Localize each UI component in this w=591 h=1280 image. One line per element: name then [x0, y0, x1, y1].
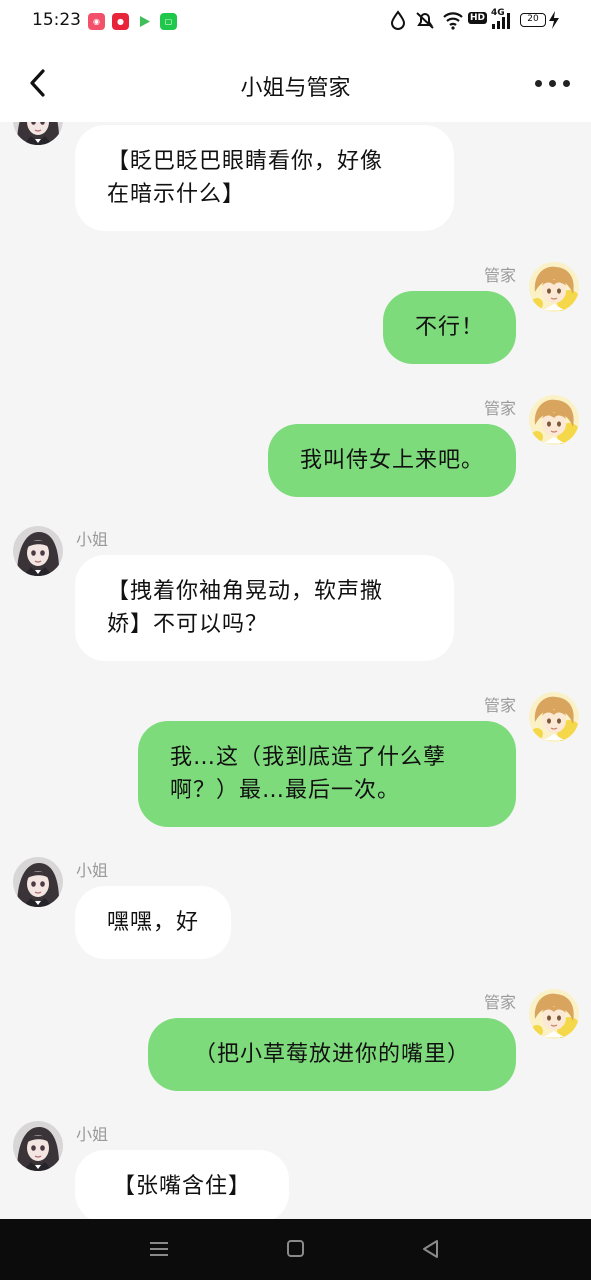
message-text-line: 不行！: [414, 315, 484, 340]
status-icons: HD 4G 20: [390, 8, 561, 32]
home-square-icon: [287, 1240, 304, 1257]
play-app-icon: [136, 13, 153, 30]
butler-avatar[interactable]: [529, 692, 579, 742]
sender-name: 小姐: [76, 861, 109, 880]
message-bubble[interactable]: 不行！: [382, 291, 516, 364]
lady-avatar[interactable]: [13, 122, 63, 145]
mute-bell-icon: [416, 12, 434, 29]
sender-name: 管家: [483, 993, 516, 1012]
message-text-line: （把小草莓放进你的嘴里）: [193, 1042, 470, 1067]
message-text-line: 【拽着你袖角晃动，软声撒: [107, 579, 384, 604]
lady-avatar[interactable]: [13, 526, 63, 576]
data-saver-icon: [390, 10, 406, 30]
sender-name: 管家: [483, 399, 516, 418]
more-dot: [563, 80, 570, 87]
message-bubble[interactable]: 我叫侍女上来吧。: [267, 424, 516, 497]
status-bar: 15:23 ◉ ● ▢ HD 4G 20: [0, 0, 591, 44]
message-bubble[interactable]: 【张嘴含住】: [75, 1150, 290, 1219]
lady-avatar[interactable]: [13, 1121, 63, 1171]
message-bubble[interactable]: 嘿嘿，好: [75, 886, 232, 959]
message-text-line: 啊？）最…最后一次。: [170, 778, 401, 803]
message-text-line: 【张嘴含住】: [113, 1174, 252, 1199]
message-bubble[interactable]: （把小草莓放进你的嘴里）: [147, 1018, 516, 1091]
system-back-button[interactable]: [420, 1238, 442, 1264]
chat-header: 小姐与管家: [0, 44, 591, 122]
message-text-line: 在暗示什么】: [107, 182, 246, 207]
signal-icon: [492, 13, 510, 29]
iqiyi-app-icon: ▢: [160, 13, 177, 30]
app-notification-icon-1: ◉: [88, 13, 105, 30]
hd-badge: HD: [468, 12, 488, 24]
message-list[interactable]: 【眨巴眨巴眼睛看你，好像 在暗示什么】 管家 不行！ 管家 我叫侍女上来吧。 小…: [0, 122, 591, 1219]
battery-indicator: 20: [520, 13, 546, 27]
butler-avatar[interactable]: [529, 395, 579, 445]
butler-avatar[interactable]: [529, 989, 579, 1039]
message-text-line: 【眨巴眨巴眼睛看你，好像: [107, 149, 384, 174]
sender-name: 小姐: [76, 1125, 109, 1144]
recent-apps-button[interactable]: [148, 1238, 170, 1264]
charging-icon: [549, 11, 559, 29]
triangle-back-icon: [423, 1240, 438, 1258]
message-bubble[interactable]: 【拽着你袖角晃动，软声撒 娇】不可以吗？: [75, 555, 454, 661]
message-text-line: 我…这（我到底造了什么孽: [170, 745, 447, 770]
butler-avatar[interactable]: [529, 262, 579, 312]
message-text-line: 嘿嘿，好: [107, 910, 200, 935]
lady-avatar[interactable]: [13, 857, 63, 907]
app-notification-icon-2: ●: [112, 13, 129, 30]
more-dot: [549, 80, 556, 87]
system-navigation-bar: [0, 1219, 591, 1280]
sender-name: 管家: [483, 696, 516, 715]
home-button[interactable]: [285, 1238, 307, 1264]
menu-icon: [150, 1242, 168, 1256]
more-options-button[interactable]: [533, 72, 573, 94]
status-time: 15:23: [32, 10, 81, 30]
message-bubble[interactable]: 【眨巴眨巴眼睛看你，好像 在暗示什么】: [75, 125, 454, 231]
more-dots-icon: [535, 80, 542, 87]
chat-title: 小姐与管家: [240, 76, 351, 101]
sender-name: 小姐: [76, 530, 109, 549]
message-text-line: 娇】不可以吗？: [107, 612, 269, 637]
wifi-icon: [443, 12, 463, 30]
message-text-line: 我叫侍女上来吧。: [299, 448, 484, 473]
sender-name: 管家: [483, 266, 516, 285]
message-bubble[interactable]: 我…这（我到底造了什么孽 啊？）最…最后一次。: [138, 721, 516, 827]
